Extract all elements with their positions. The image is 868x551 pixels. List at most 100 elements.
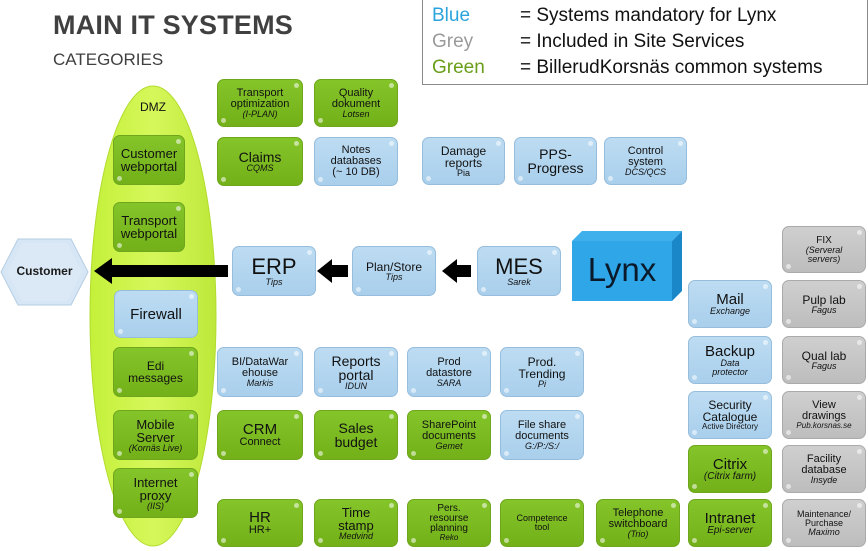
system-sales-budget[interactable]: Sales budget <box>314 410 398 460</box>
system-claims[interactable]: Claims CQMS <box>217 137 303 186</box>
highlight-dot <box>318 177 323 182</box>
highlight-dot <box>786 375 791 380</box>
system-pps-progress[interactable]: PPS- Progress <box>514 137 597 185</box>
highlight-dot <box>575 503 580 508</box>
system-reports-portal[interactable]: Reports portal IDUN <box>314 347 398 397</box>
highlight-dot <box>221 118 226 123</box>
highlight-dot <box>176 139 181 144</box>
label: datastore <box>426 366 472 379</box>
highlight-dot <box>482 503 487 508</box>
highlight-dot <box>176 206 181 211</box>
highlight-dot <box>411 538 416 543</box>
label: Claims <box>238 149 282 165</box>
label: Intranet <box>704 509 756 527</box>
system-transport-optimization[interactable]: Transport optimization (I-PLAN) <box>217 79 303 127</box>
system-qual-lab[interactable]: Qual lab Fagus <box>782 336 866 384</box>
highlight-dot <box>389 83 394 88</box>
legend-row-grey: Grey = Included in Site Services <box>432 30 744 54</box>
system-view-drawings[interactable]: View drawings Pub.korsnas.se <box>782 391 866 439</box>
label: Prod <box>437 355 461 368</box>
system-time-stamp[interactable]: Time stamp Medvind <box>314 499 398 547</box>
system-firewall[interactable]: Firewall <box>114 290 198 338</box>
sublabel: Maximo <box>808 526 840 537</box>
system-telephone-switchboard[interactable]: Telephone switchboard (Trio) <box>596 499 680 547</box>
lynx-label: Lynx <box>587 251 657 288</box>
system-fix[interactable]: FIX (Serveral servers) <box>782 226 866 273</box>
system-internet-proxy[interactable]: Internet proxy (IIS) <box>113 468 198 518</box>
system-control-system[interactable]: Control system DCS/QCS <box>604 137 687 185</box>
label: Mail <box>716 291 744 308</box>
label: Facility <box>806 452 842 465</box>
system-sharepoint-documents[interactable]: SharePoint documents Gemet <box>407 410 491 460</box>
highlight-dot <box>786 430 791 435</box>
highlight-dot <box>857 503 862 508</box>
highlight-dot <box>692 484 697 489</box>
system-transport-webportal[interactable]: Transport webportal <box>113 202 185 252</box>
system-erp[interactable]: ERP Tips <box>232 246 316 296</box>
system-damage-reports[interactable]: Damage reports Pia <box>422 137 505 185</box>
sublabel: DCS/QCS <box>624 166 666 177</box>
highlight-dot <box>117 509 122 514</box>
highlight-dot <box>857 395 862 400</box>
label: system <box>628 155 663 168</box>
system-pulp-lab[interactable]: Pulp lab Fagus <box>782 280 866 328</box>
highlight-dot <box>118 329 123 334</box>
label: Reports <box>331 352 381 369</box>
system-prod-datastore[interactable]: Prod datastore SARA <box>407 347 491 397</box>
system-pers-resource-planning[interactable]: Pers. resourse planning Reko <box>407 499 491 547</box>
system-backup[interactable]: Backup Data protector <box>688 336 772 384</box>
label: FIX <box>816 234 832 246</box>
highlight-dot <box>389 503 394 508</box>
system-prod-trending[interactable]: Prod. Trending Pi <box>500 347 584 397</box>
label: Progress <box>527 160 584 176</box>
label: stamp <box>338 517 374 533</box>
label: optimization <box>230 97 290 110</box>
sublabel: Epi-server <box>707 524 753 536</box>
system-quality-dokument[interactable]: Quality dokument Lotsen <box>314 79 398 127</box>
system-citrix[interactable]: Citrix (Citrix farm) <box>688 445 772 493</box>
legend-desc-green: = BillerudKorsnäs common systems <box>520 57 823 78</box>
system-bi-datawarehouse[interactable]: BI/DataWar ehouse Markis <box>217 347 303 397</box>
sublabel: (Kornäs Live) <box>128 442 183 453</box>
label: BI/DataWar <box>231 355 289 368</box>
highlight-dot <box>857 284 862 289</box>
label: reports <box>444 155 483 170</box>
highlight-dot <box>608 176 613 181</box>
highlight-dot <box>763 284 768 289</box>
system-maintenance-purchase[interactable]: Maintenance/ Purchase Maximo <box>782 499 866 547</box>
highlight-dot <box>356 287 361 292</box>
highlight-dot <box>482 351 487 356</box>
system-intranet[interactable]: Intranet Epi-server <box>688 499 772 547</box>
label: messages <box>128 371 183 385</box>
system-mobile-server[interactable]: Mobile Server (Kornäs Live) <box>113 410 198 460</box>
label: Connect <box>239 436 281 448</box>
system-edi-messages[interactable]: Edi messages <box>113 347 198 397</box>
system-crm[interactable]: CRM Connect <box>217 410 303 460</box>
highlight-dot <box>189 294 194 299</box>
system-customer-webportal[interactable]: Customer webportal <box>113 135 185 185</box>
system-hr[interactable]: HR HR+ <box>217 499 303 547</box>
system-mail[interactable]: Mail Exchange <box>688 280 772 328</box>
system-mes[interactable]: MES Sarek <box>477 246 561 296</box>
sublabel: Insyde <box>810 474 838 485</box>
system-plan-store[interactable]: Plan/Store Tips <box>352 246 436 296</box>
label: CRM <box>242 421 278 438</box>
highlight-dot <box>117 243 122 248</box>
label: webportal <box>120 159 178 174</box>
label: PPS- <box>539 146 572 162</box>
system-file-share-documents[interactable]: File share documents G:/P:/S:/ <box>500 410 584 460</box>
sublabel: CQMS <box>246 163 274 173</box>
legend-desc-blue: = Systems mandatory for Lynx <box>520 5 777 26</box>
system-notes-databases[interactable]: Notes databases (~ 10 DB) <box>314 137 398 186</box>
system-facility-database[interactable]: Facility database Insyde <box>782 445 866 493</box>
system-security-catalogue[interactable]: Security Catalogue Active Directory <box>688 391 772 439</box>
system-competence-tool[interactable]: Competence tool <box>500 499 584 547</box>
highlight-dot <box>294 351 299 356</box>
sublabel: protector <box>712 366 748 377</box>
dmz-label: DMZ <box>140 100 166 114</box>
highlight-dot <box>496 141 501 146</box>
highlight-dot <box>575 414 580 419</box>
sublabel: Sarek <box>507 276 531 287</box>
color-legend: Blue = Systems mandatory for Lynx Grey = I… <box>422 0 868 85</box>
highlight-dot <box>221 451 226 456</box>
